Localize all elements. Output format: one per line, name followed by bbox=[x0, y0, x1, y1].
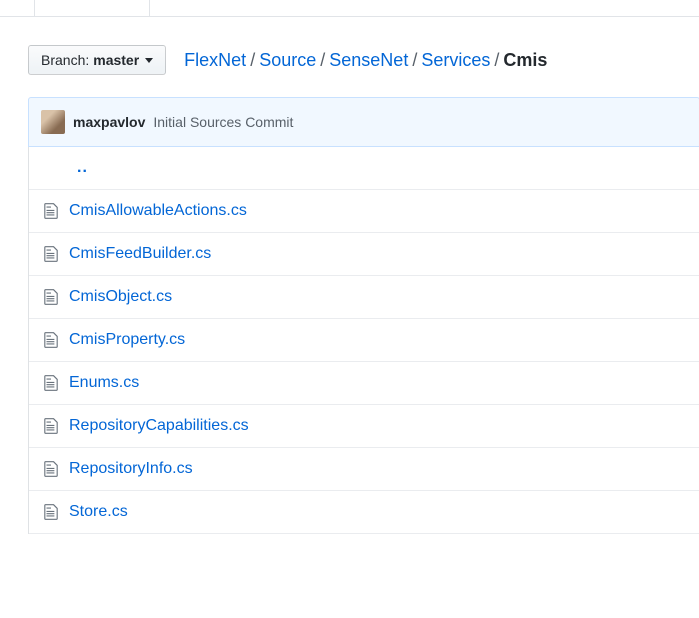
avatar[interactable] bbox=[41, 110, 65, 134]
file-row: CmisProperty.cs bbox=[29, 319, 699, 362]
branch-name: master bbox=[93, 52, 139, 68]
commit-message[interactable]: Initial Sources Commit bbox=[153, 114, 293, 130]
caret-down-icon bbox=[145, 58, 153, 63]
breadcrumb: FlexNet/Source/SenseNet/Services/Cmis bbox=[184, 50, 547, 71]
file-list: .. CmisAllowableActions.cs CmisFeedBuilde… bbox=[28, 147, 699, 534]
file-icon bbox=[43, 288, 59, 306]
file-name-link[interactable]: CmisFeedBuilder.cs bbox=[69, 245, 211, 263]
commit-author[interactable]: maxpavlov bbox=[73, 114, 145, 130]
file-icon bbox=[43, 331, 59, 349]
file-row: CmisFeedBuilder.cs bbox=[29, 233, 699, 276]
file-row: Store.cs bbox=[29, 491, 699, 534]
file-name-link[interactable]: CmisAllowableActions.cs bbox=[69, 202, 247, 220]
latest-commit-bar: maxpavlov Initial Sources Commit bbox=[28, 97, 699, 147]
branch-select-button[interactable]: Branch: master bbox=[28, 45, 166, 75]
parent-dir-link[interactable]: .. bbox=[77, 159, 88, 177]
breadcrumb-separator: / bbox=[246, 50, 259, 70]
breadcrumb-current: Cmis bbox=[503, 50, 547, 70]
file-name-link[interactable]: RepositoryInfo.cs bbox=[69, 460, 193, 478]
file-icon bbox=[43, 202, 59, 220]
active-tab[interactable] bbox=[34, 0, 150, 16]
file-name-link[interactable]: CmisProperty.cs bbox=[69, 331, 185, 349]
header-row: Branch: master FlexNet/Source/SenseNet/S… bbox=[28, 45, 699, 75]
file-icon bbox=[43, 460, 59, 478]
file-icon bbox=[43, 245, 59, 263]
file-row: CmisObject.cs bbox=[29, 276, 699, 319]
parent-dir-row[interactable]: .. bbox=[29, 147, 699, 190]
file-row: RepositoryInfo.cs bbox=[29, 448, 699, 491]
file-row: CmisAllowableActions.cs bbox=[29, 190, 699, 233]
file-icon bbox=[43, 503, 59, 521]
file-row: Enums.cs bbox=[29, 362, 699, 405]
file-row: RepositoryCapabilities.cs bbox=[29, 405, 699, 448]
breadcrumb-separator: / bbox=[316, 50, 329, 70]
breadcrumb-link[interactable]: Source bbox=[259, 50, 316, 70]
breadcrumb-link[interactable]: Services bbox=[421, 50, 490, 70]
branch-label: Branch: bbox=[41, 52, 89, 68]
file-icon bbox=[43, 417, 59, 435]
breadcrumb-separator: / bbox=[408, 50, 421, 70]
file-icon bbox=[43, 374, 59, 392]
tab-bar bbox=[0, 0, 699, 17]
breadcrumb-link[interactable]: FlexNet bbox=[184, 50, 246, 70]
file-name-link[interactable]: RepositoryCapabilities.cs bbox=[69, 417, 249, 435]
breadcrumb-link[interactable]: SenseNet bbox=[329, 50, 408, 70]
file-name-link[interactable]: Store.cs bbox=[69, 503, 128, 521]
file-name-link[interactable]: Enums.cs bbox=[69, 374, 139, 392]
breadcrumb-separator: / bbox=[490, 50, 503, 70]
file-name-link[interactable]: CmisObject.cs bbox=[69, 288, 172, 306]
